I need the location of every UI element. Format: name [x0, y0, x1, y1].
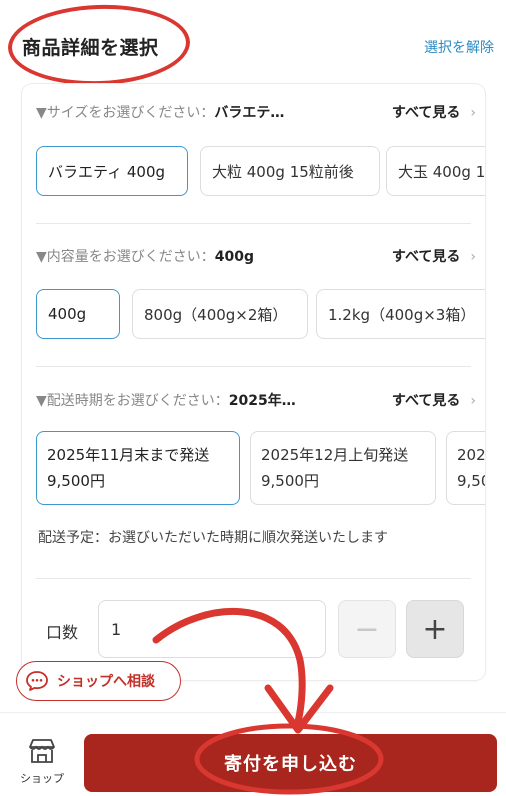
- delivery-see-all-button[interactable]: すべて見る ›: [392, 390, 476, 410]
- divider: [36, 223, 471, 224]
- size-section-label: ▼サイズをお選びください：バラエテ…: [36, 105, 285, 121]
- size-option-variety[interactable]: バラエティ 400g: [36, 146, 188, 196]
- divider: [36, 366, 471, 367]
- chevron-right-icon: ›: [470, 393, 476, 409]
- delivery-option-name: 2025年12月上旬発送: [261, 446, 409, 464]
- delivery-note: 配送予定：お選びいただいた時期に順次発送いたします: [38, 530, 388, 546]
- delivery-option-name: 2025年11月末まで発送: [47, 446, 210, 464]
- capacity-see-all-button[interactable]: すべて見る ›: [392, 246, 476, 266]
- capacity-options: 400g 800g（400g×2箱） 1.2kg（400g×3箱）: [36, 289, 485, 341]
- shop-tab-label: ショップ: [20, 772, 64, 785]
- delivery-section-header[interactable]: ▼配送時期をお選びください：2025年… すべて見る ›: [36, 390, 476, 412]
- size-section-header[interactable]: ▼サイズをお選びください：バラエテ… すべて見る ›: [36, 102, 476, 124]
- delivery-option-price: 9,500円: [47, 472, 105, 490]
- capacity-option-1-2kg[interactable]: 1.2kg（400g×3箱）: [316, 289, 485, 339]
- capacity-current-value: 400g: [214, 249, 255, 265]
- delivery-current-value: 2025年…: [228, 393, 296, 409]
- delivery-option-name: 2025年: [457, 446, 485, 464]
- annotation-circle-title: [6, 1, 192, 89]
- chevron-right-icon: ›: [470, 249, 476, 265]
- size-option-xlarge[interactable]: 大玉 400g 13粒: [386, 146, 485, 196]
- apply-donation-button[interactable]: 寄付を申し込む: [84, 734, 497, 792]
- quantity-minus-button[interactable]: −: [338, 600, 396, 658]
- shop-consult-label: ショップへ相談: [57, 674, 155, 690]
- quantity-plus-button[interactable]: +: [406, 600, 464, 658]
- size-see-all-button[interactable]: すべて見る ›: [392, 102, 476, 122]
- delivery-option-price: 9,500円: [261, 472, 319, 490]
- delivery-option-price: 9,500円: [457, 472, 485, 490]
- size-options: バラエティ 400g 大粒 400g 15粒前後 大玉 400g 13粒: [36, 146, 485, 198]
- shop-icon: [14, 738, 70, 767]
- clear-selection-link[interactable]: 選択を解除: [424, 37, 494, 57]
- shop-tab[interactable]: ショップ: [14, 738, 70, 786]
- divider: [36, 578, 471, 579]
- quantity-input[interactable]: 1: [98, 600, 326, 658]
- delivery-section-label: ▼配送時期をお選びください：2025年…: [36, 393, 296, 409]
- bottom-bar: ショップ 寄付を申し込む: [0, 712, 506, 796]
- quantity-label: 口数: [46, 623, 79, 642]
- header: 商品詳細を選択 選択を解除: [0, 0, 506, 89]
- capacity-option-800g[interactable]: 800g（400g×2箱）: [132, 289, 308, 339]
- capacity-section-header[interactable]: ▼内容量をお選びください：400g すべて見る ›: [36, 246, 476, 268]
- delivery-option-dec[interactable]: 2025年12月上旬発送 9,500円: [250, 431, 436, 505]
- size-option-large[interactable]: 大粒 400g 15粒前後: [200, 146, 380, 196]
- product-options-panel: ▼サイズをお選びください：バラエテ… すべて見る › バラエティ 400g 大粒 …: [22, 84, 485, 680]
- delivery-option-next[interactable]: 2025年 9,500円: [446, 431, 485, 505]
- capacity-section-label: ▼内容量をお選びください：400g: [36, 249, 255, 265]
- chevron-right-icon: ›: [470, 105, 476, 121]
- chat-bubble-icon: [25, 670, 49, 692]
- delivery-options: 2025年11月末まで発送 9,500円 2025年12月上旬発送 9,500円…: [36, 431, 485, 507]
- shop-consult-button[interactable]: ショップへ相談: [16, 661, 181, 701]
- capacity-option-400g[interactable]: 400g: [36, 289, 120, 339]
- size-current-value: バラエテ…: [214, 105, 285, 121]
- delivery-option-nov[interactable]: 2025年11月末まで発送 9,500円: [36, 431, 240, 505]
